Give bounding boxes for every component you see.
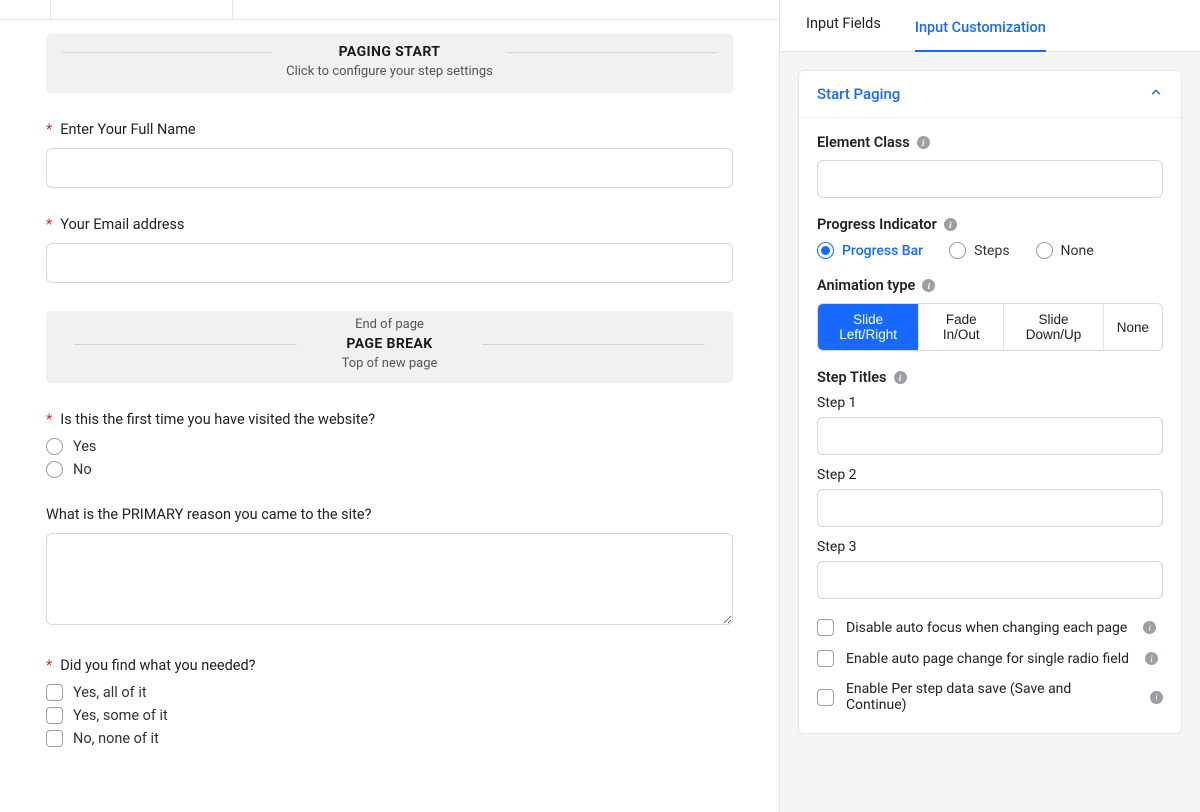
animation-type-row: Animation type i Slide Left/Right Fade I… — [817, 277, 1163, 351]
name-input[interactable] — [46, 148, 733, 188]
panel-header[interactable]: Start Paging — [799, 71, 1181, 118]
progress-option-steps[interactable]: Steps — [949, 242, 1009, 259]
checkbox-icon — [46, 684, 63, 701]
check-auto-page-change[interactable]: Enable auto page change for single radio… — [817, 650, 1163, 667]
radio-icon — [46, 438, 63, 455]
info-icon[interactable]: i — [1150, 691, 1163, 704]
field-found[interactable]: * Did you find what you needed? Yes, all… — [46, 657, 733, 747]
found-option-some[interactable]: Yes, some of it — [46, 707, 733, 724]
step3-input[interactable] — [817, 561, 1163, 599]
field-email[interactable]: * Your Email address — [46, 216, 733, 283]
reason-textarea[interactable] — [46, 533, 733, 625]
info-icon[interactable]: i — [922, 279, 935, 292]
found-option-none[interactable]: No, none of it — [46, 730, 733, 747]
paging-start-block[interactable]: PAGING START Click to configure your ste… — [46, 34, 733, 93]
page-break-block[interactable]: End of page PAGE BREAK Top of new page — [46, 311, 733, 383]
sidebar-tabs: Input Fields Input Customization — [780, 0, 1200, 52]
email-input[interactable] — [46, 243, 733, 283]
tab-input-fields[interactable]: Input Fields — [806, 15, 881, 36]
progress-indicator-label: Progress Indicator — [817, 216, 937, 233]
anim-slide-lr[interactable]: Slide Left/Right — [818, 304, 919, 350]
step1-label: Step 1 — [817, 395, 1163, 411]
paging-start-subtitle: Click to configure your step settings — [62, 64, 717, 79]
first-visit-option-no[interactable]: No — [46, 461, 733, 478]
element-class-input[interactable] — [817, 160, 1163, 198]
progress-indicator-row: Progress Indicator i Progress Bar Steps — [817, 216, 1163, 259]
start-paging-panel: Start Paging Element Class i Progress In… — [798, 70, 1182, 734]
check-disable-auto-focus[interactable]: Disable auto focus when changing each pa… — [817, 619, 1163, 636]
field-first-visit-label: Is this the first time you have visited … — [60, 411, 375, 428]
anim-slide-du[interactable]: Slide Down/Up — [1004, 304, 1104, 350]
radio-selected-icon — [817, 242, 834, 259]
anim-none[interactable]: None — [1104, 304, 1162, 350]
checkbox-icon — [817, 689, 834, 706]
first-visit-option-yes[interactable]: Yes — [46, 438, 733, 455]
field-first-visit[interactable]: * Is this the first time you have visite… — [46, 411, 733, 478]
info-icon[interactable]: i — [917, 136, 930, 149]
page-break-title: PAGE BREAK — [62, 336, 717, 352]
step-titles-label: Step Titles — [817, 369, 887, 386]
progress-option-none[interactable]: None — [1036, 242, 1094, 259]
checkbox-icon — [817, 619, 834, 636]
field-email-label: Your Email address — [60, 216, 184, 233]
step3-label: Step 3 — [817, 539, 1163, 555]
required-asterisk: * — [46, 657, 52, 674]
field-reason[interactable]: What is the PRIMARY reason you came to t… — [46, 506, 733, 629]
checkbox-group: Disable auto focus when changing each pa… — [817, 619, 1163, 713]
chevron-up-icon — [1149, 85, 1163, 103]
form-canvas[interactable]: PAGING START Click to configure your ste… — [0, 0, 780, 812]
radio-icon — [949, 242, 966, 259]
checkbox-icon — [46, 730, 63, 747]
field-name[interactable]: * Enter Your Full Name — [46, 121, 733, 188]
required-asterisk: * — [46, 411, 52, 428]
animation-segmented-control: Slide Left/Right Fade In/Out Slide Down/… — [817, 303, 1163, 351]
page-break-bottom: Top of new page — [62, 356, 717, 371]
info-icon[interactable]: i — [944, 218, 957, 231]
tab-input-customization[interactable]: Input Customization — [915, 15, 1046, 52]
step1-input[interactable] — [817, 417, 1163, 455]
step-titles-row: Step Titles i Step 1 Step 2 Step 3 — [817, 369, 1163, 599]
field-name-label: Enter Your Full Name — [60, 121, 195, 138]
info-icon[interactable]: i — [1145, 652, 1158, 665]
step2-label: Step 2 — [817, 467, 1163, 483]
paging-start-title: PAGING START — [329, 44, 451, 60]
page-break-top: End of page — [62, 317, 717, 332]
panel-title: Start Paging — [817, 85, 900, 103]
field-found-label: Did you find what you needed? — [60, 657, 255, 674]
field-reason-label: What is the PRIMARY reason you came to t… — [46, 506, 371, 523]
checkbox-icon — [46, 707, 63, 724]
found-option-all[interactable]: Yes, all of it — [46, 684, 733, 701]
anim-fade[interactable]: Fade In/Out — [919, 304, 1004, 350]
step2-input[interactable] — [817, 489, 1163, 527]
check-per-step-save[interactable]: Enable Per step data save (Save and Cont… — [817, 681, 1163, 713]
toolbar-stub — [0, 0, 780, 20]
progress-option-bar[interactable]: Progress Bar — [817, 242, 923, 259]
settings-sidebar: Input Fields Input Customization Start P… — [780, 0, 1200, 812]
info-icon[interactable]: i — [894, 371, 907, 384]
animation-type-label: Animation type — [817, 277, 915, 294]
required-asterisk: * — [46, 121, 52, 138]
checkbox-icon — [817, 650, 834, 667]
radio-icon — [46, 461, 63, 478]
info-icon[interactable]: i — [1143, 621, 1156, 634]
radio-icon — [1036, 242, 1053, 259]
element-class-row: Element Class i — [817, 134, 1163, 198]
required-asterisk: * — [46, 216, 52, 233]
element-class-label: Element Class — [817, 134, 910, 151]
